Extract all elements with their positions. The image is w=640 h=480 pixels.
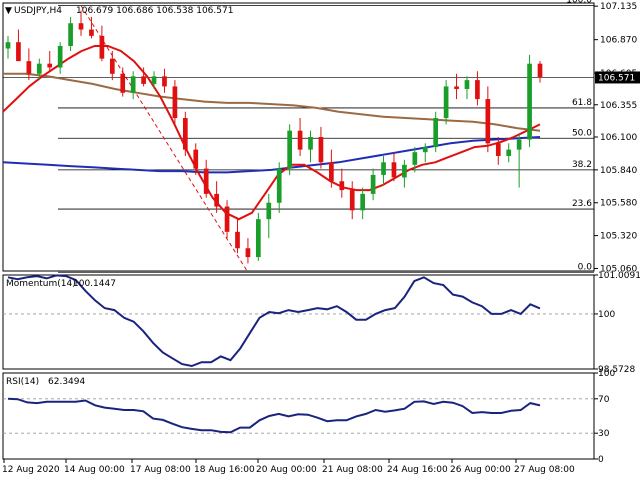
candle-body <box>454 86 459 89</box>
momentum-panel <box>2 274 595 370</box>
candle-body <box>537 63 543 78</box>
momentum-value: 100.1447 <box>73 279 116 289</box>
candle-body <box>182 118 188 150</box>
candle-body <box>475 80 480 100</box>
indicator-tick-label: 0 <box>598 455 604 465</box>
candle-body <box>57 45 63 68</box>
price-tick-label: 105.580 <box>600 199 637 209</box>
fib-label: 100.0 <box>566 0 592 6</box>
candle-body <box>172 86 178 119</box>
candle-body <box>360 193 366 211</box>
candle-body <box>370 174 376 194</box>
fib-label: 0.0 <box>578 262 593 272</box>
indicator-tick-label: 101.0091 <box>598 271 640 281</box>
candle-body <box>109 58 115 74</box>
time-axis: 12 Aug 2020 14 Aug 00:00 17 Aug 08:00 18 Au… <box>2 459 575 475</box>
time-tick-label: 26 Aug 00:00 <box>450 465 511 475</box>
price-tick-label: 106.355 <box>600 101 637 111</box>
time-tick-label: 27 Aug 08:00 <box>514 465 575 475</box>
candle-body <box>516 139 522 150</box>
indicator-tick-label: 30 <box>598 429 610 439</box>
candle-body <box>527 63 532 140</box>
candle-body <box>78 23 84 30</box>
candle-body <box>47 63 53 68</box>
candle-body <box>349 190 355 211</box>
candle-body <box>16 42 21 62</box>
time-tick-label: 20 Aug 00:00 <box>256 465 317 475</box>
time-tick-label: 17 Aug 08:00 <box>130 465 191 475</box>
candle-body <box>485 99 491 144</box>
price-axis: 107.135106.870106.605106.355106.100105.8… <box>594 2 637 274</box>
indicator-tick-label: 100 <box>598 369 615 379</box>
price-tick-label: 106.870 <box>600 36 637 46</box>
rsi-panel <box>2 372 595 460</box>
price-tick-label: 107.135 <box>600 2 637 12</box>
candle-body <box>130 76 136 93</box>
candle-body <box>36 63 42 74</box>
candle-body <box>506 149 512 156</box>
candle-body <box>99 35 105 59</box>
chart-root: 100.0 61.8 50.0 38.2 23.6 0.0 ▼ USDJPY,H4 106… <box>2 0 640 475</box>
candle-body <box>235 231 240 249</box>
candle-body <box>141 76 146 84</box>
candle-body <box>214 193 219 207</box>
fib-label: 38.2 <box>572 160 592 170</box>
candle-body <box>224 206 230 232</box>
indicator-tick-label: 70 <box>598 395 610 405</box>
candle-body <box>329 162 334 182</box>
candle-body <box>266 202 272 220</box>
candle-body <box>443 86 449 119</box>
time-tick-label: 12 Aug 2020 <box>2 465 60 475</box>
time-tick-label: 21 Aug 08:00 <box>322 465 383 475</box>
time-tick-label: 14 Aug 00:00 <box>64 465 125 475</box>
candle-body <box>68 23 73 46</box>
candle-body <box>26 61 32 74</box>
time-tick-label: 24 Aug 16:00 <box>387 465 448 475</box>
rsi-title: RSI(14) <box>6 377 39 387</box>
momentum-title: Momentum(14) <box>6 279 76 289</box>
candle-body <box>203 168 209 194</box>
time-tick-label: 18 Aug 16:00 <box>194 465 255 475</box>
candle-body <box>89 29 94 36</box>
candle-body <box>5 42 11 49</box>
candle-body <box>402 164 407 178</box>
candle-body <box>381 162 386 175</box>
candle-body <box>391 162 397 178</box>
candle-body <box>245 248 251 258</box>
collapse-triangle-icon[interactable]: ▼ <box>5 6 12 16</box>
candle-body <box>287 130 292 169</box>
candle-body <box>151 76 157 84</box>
ohlc-readout: 106.679 106.686 106.538 106.571 <box>76 6 233 16</box>
current-price-tag: 106.571 <box>595 71 640 84</box>
candle-body <box>339 181 345 191</box>
price-tick-label: 105.840 <box>600 166 637 176</box>
svg-text:106.571: 106.571 <box>598 73 635 83</box>
indicator-tick-label: 100 <box>598 310 615 320</box>
candle-body <box>276 168 282 203</box>
price-tick-label: 106.100 <box>600 133 637 143</box>
price-tick-label: 105.320 <box>600 232 637 242</box>
candle-body <box>120 73 126 93</box>
candle-body <box>433 118 439 148</box>
candle-body <box>318 137 324 163</box>
fib-label: 50.0 <box>572 128 592 138</box>
candle-body <box>422 147 428 153</box>
symbol-label: USDJPY,H4 <box>14 6 62 16</box>
candle-body <box>256 219 261 258</box>
candle-body <box>308 137 313 150</box>
fib-label: 23.6 <box>572 199 592 209</box>
rsi-value: 62.3494 <box>48 377 85 387</box>
fib-label: 61.8 <box>572 98 592 108</box>
candle-body <box>412 152 418 165</box>
candle-body <box>464 80 470 89</box>
candle-body <box>495 143 501 156</box>
candle-body <box>297 130 303 150</box>
rsi-axis: 100 70 30 0 <box>594 369 615 465</box>
candle-body <box>162 76 167 87</box>
candle-body <box>193 149 199 169</box>
momentum-axis: 101.009110098.5728 <box>594 271 640 375</box>
